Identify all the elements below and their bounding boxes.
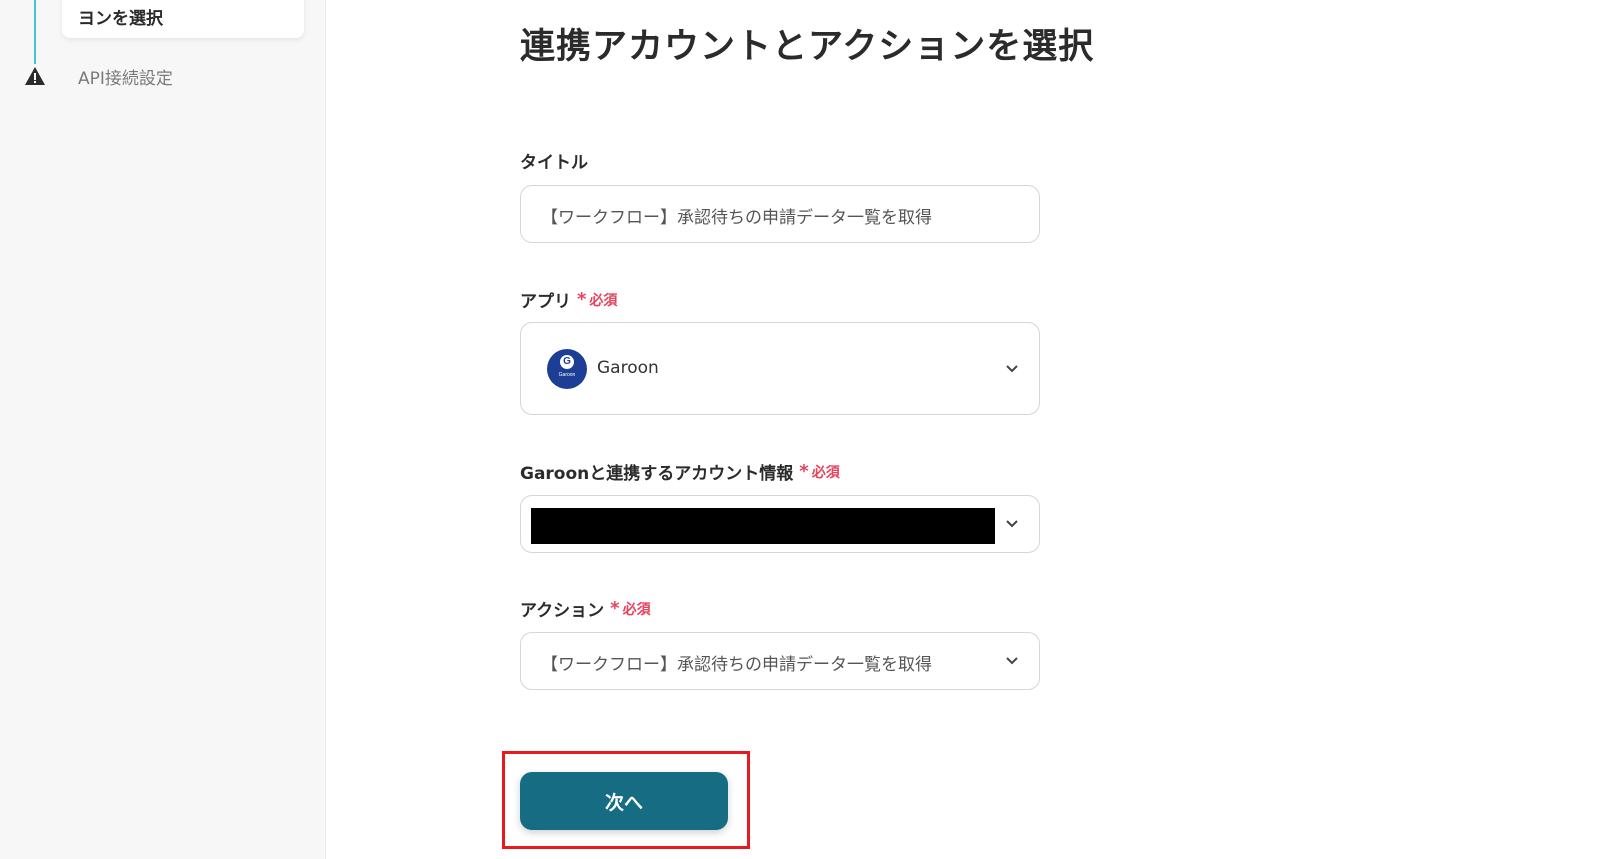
chevron-down-icon <box>1006 657 1018 665</box>
account-field-label: Garoonと連携するアカウント情報 * 必須 <box>520 459 840 484</box>
action-field-label: アクション * 必須 <box>520 596 651 621</box>
required-badge: * 必須 <box>577 290 617 310</box>
required-text: 必須 <box>811 464 840 481</box>
garoon-logo-letter: G <box>560 355 574 369</box>
title-field-label: タイトル <box>520 148 588 173</box>
sidebar-step-label: ヨンを選択 <box>78 9 163 29</box>
title-input-value: 【ワークフロー】承認待ちの申請データ一覧を取得 <box>541 208 932 228</box>
title-input[interactable]: 【ワークフロー】承認待ちの申請データ一覧を取得 <box>520 185 1040 243</box>
account-label-text: Garoonと連携するアカウント情報 <box>520 464 794 484</box>
required-asterisk: * <box>577 288 587 310</box>
app-select-value: Garoon <box>597 358 659 378</box>
action-label-text: アクション <box>520 601 605 621</box>
sidebar: ヨンを選択 API接続設定 <box>0 0 326 859</box>
chevron-down-icon <box>1006 520 1018 528</box>
required-text: 必須 <box>622 601 651 618</box>
garoon-logo-icon: G Garoon <box>547 349 587 389</box>
warning-icon <box>25 67 45 85</box>
step-progress-line <box>34 0 36 64</box>
title-label-text: タイトル <box>520 153 588 173</box>
required-text: 必須 <box>589 292 618 309</box>
page-title: 連携アカウントとアクションを選択 <box>520 27 1095 67</box>
account-select[interactable] <box>520 495 1040 553</box>
redacted-account-value <box>531 508 995 544</box>
next-button[interactable]: 次へ <box>520 772 728 830</box>
garoon-logo-text: Garoon <box>558 372 576 378</box>
app-field-label: アプリ * 必須 <box>520 287 617 312</box>
required-badge: * 必須 <box>610 599 650 619</box>
required-asterisk: * <box>799 460 809 482</box>
action-select[interactable]: 【ワークフロー】承認待ちの申請データ一覧を取得 <box>520 632 1040 690</box>
chevron-down-icon <box>1006 365 1018 373</box>
app-select[interactable]: G Garoon Garoon <box>520 322 1040 415</box>
app-label-text: アプリ <box>520 292 571 312</box>
required-badge: * 必須 <box>799 462 839 482</box>
action-select-value: 【ワークフロー】承認待ちの申請データ一覧を取得 <box>541 655 932 675</box>
required-asterisk: * <box>610 597 620 619</box>
sidebar-step-select-action[interactable]: ヨンを選択 <box>62 0 304 38</box>
sidebar-step-api-settings[interactable]: API接続設定 <box>78 64 173 89</box>
